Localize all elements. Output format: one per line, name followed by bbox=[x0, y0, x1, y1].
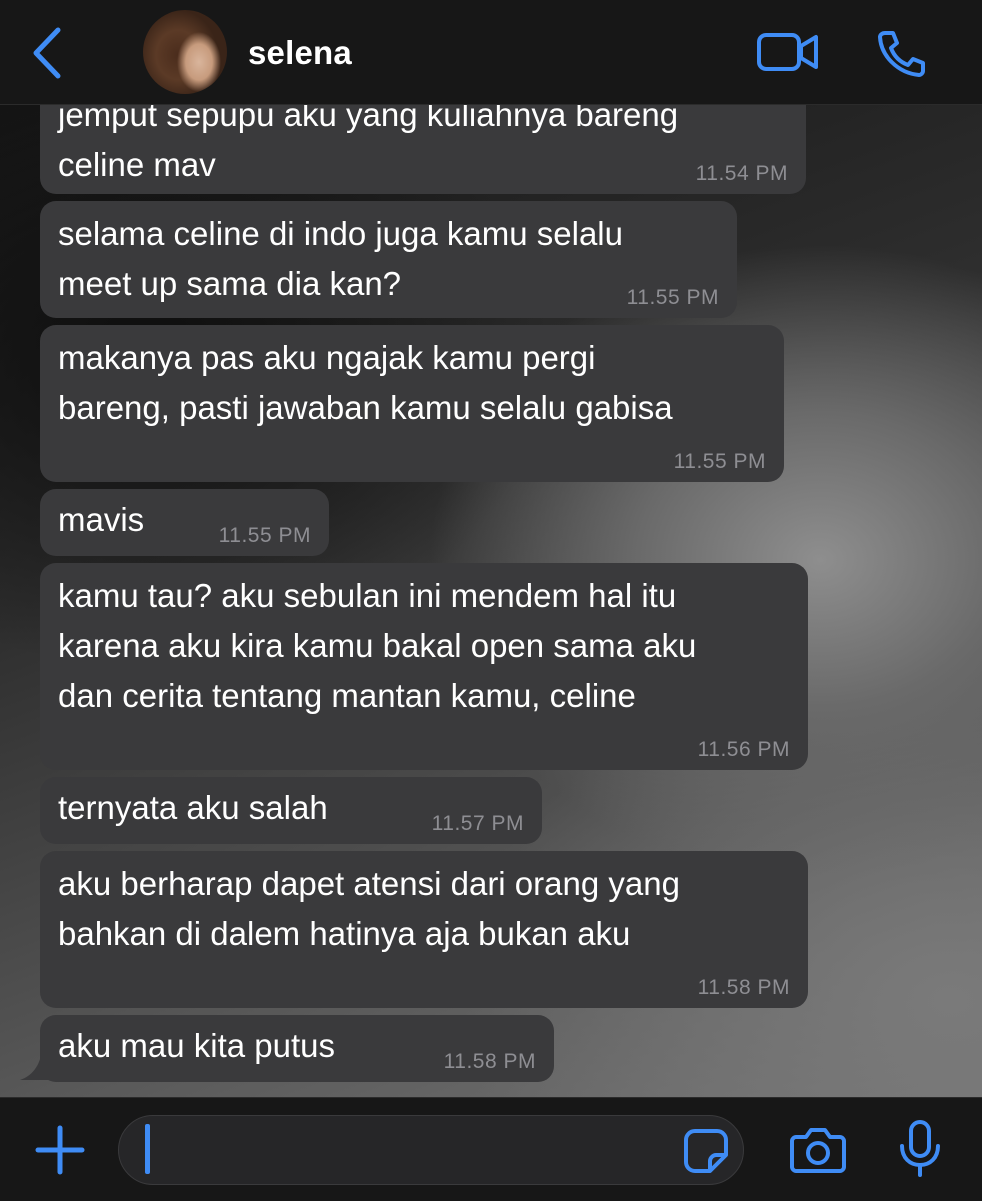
message-text: makanya pas aku ngajak kamu pergi bareng… bbox=[58, 339, 673, 426]
message-text: aku mau kita putus bbox=[58, 1027, 335, 1064]
message-time: 11.55 PM bbox=[626, 286, 719, 309]
attach-button[interactable] bbox=[34, 1124, 86, 1176]
message-input[interactable] bbox=[118, 1115, 744, 1185]
message-time: 11.56 PM bbox=[697, 738, 790, 761]
video-camera-icon bbox=[757, 33, 818, 71]
message-bubble[interactable]: mavis 11.55 PM bbox=[40, 489, 329, 556]
message-bubble[interactable]: aku berharap dapet atensi dari orang yan… bbox=[40, 851, 808, 1008]
contact-name[interactable]: selena bbox=[248, 34, 352, 72]
message-text: jemput sepupu aku yang kuliahnya bareng … bbox=[58, 104, 679, 183]
chat-header: selena bbox=[0, 0, 982, 105]
plus-icon bbox=[35, 1125, 85, 1175]
phone-icon bbox=[878, 31, 925, 77]
avatar[interactable] bbox=[143, 10, 227, 94]
chevron-left-icon bbox=[33, 27, 61, 79]
message-time: 11.57 PM bbox=[431, 812, 524, 835]
message-bubble[interactable]: selama celine di indo juga kamu selalu m… bbox=[40, 201, 737, 318]
microphone-icon bbox=[900, 1120, 940, 1177]
message-time: 11.58 PM bbox=[443, 1050, 536, 1073]
message-list[interactable]: jemput sepupu aku yang kuliahnya bareng … bbox=[0, 104, 982, 1096]
bubble-tail bbox=[20, 1050, 58, 1080]
message-bubble[interactable]: jemput sepupu aku yang kuliahnya bareng … bbox=[40, 104, 806, 194]
message-text: mavis bbox=[58, 501, 145, 538]
message-bubble[interactable]: aku mau kita putus 11.58 PM bbox=[40, 1015, 554, 1082]
voice-message-button[interactable] bbox=[898, 1120, 942, 1178]
message-text: aku berharap dapet atensi dari orang yan… bbox=[58, 865, 680, 952]
sticker-icon bbox=[684, 1129, 728, 1173]
message-bubble[interactable]: makanya pas aku ngajak kamu pergi bareng… bbox=[40, 325, 784, 482]
message-text: selama celine di indo juga kamu selalu m… bbox=[58, 215, 623, 302]
message-text: kamu tau? aku sebulan ini mendem hal itu… bbox=[58, 577, 697, 714]
message-bubble[interactable]: ternyata aku salah 11.57 PM bbox=[40, 777, 542, 844]
message-text: ternyata aku salah bbox=[58, 789, 328, 826]
message-time: 11.55 PM bbox=[673, 450, 766, 473]
back-button[interactable] bbox=[28, 26, 68, 80]
video-call-button[interactable] bbox=[757, 32, 819, 72]
text-cursor bbox=[145, 1124, 150, 1174]
message-bubble[interactable]: kamu tau? aku sebulan ini mendem hal itu… bbox=[40, 563, 808, 770]
voice-call-button[interactable] bbox=[876, 29, 926, 77]
camera-icon bbox=[790, 1128, 846, 1173]
message-time: 11.54 PM bbox=[695, 162, 788, 185]
message-time: 11.58 PM bbox=[697, 976, 790, 999]
message-time: 11.55 PM bbox=[218, 524, 311, 547]
camera-button[interactable] bbox=[790, 1125, 846, 1173]
sticker-button[interactable] bbox=[683, 1128, 729, 1174]
